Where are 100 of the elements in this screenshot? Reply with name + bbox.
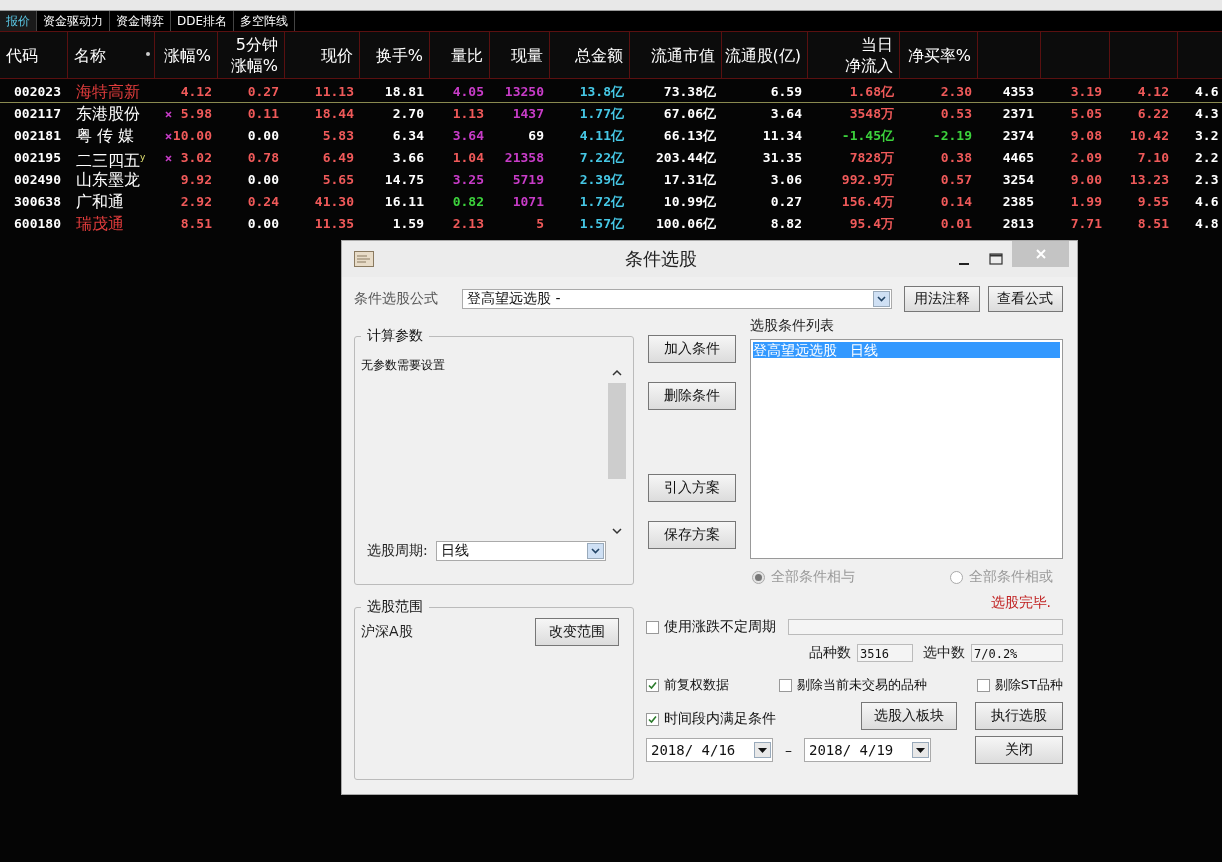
table-cell-text: 0.01 <box>939 215 973 233</box>
table-cell-text: 3.06 <box>769 171 803 189</box>
date-picker[interactable]: 2018/ 4/16 <box>646 738 773 762</box>
column-header[interactable]: 现量 <box>490 32 550 78</box>
column-header[interactable]: 流通股(亿) <box>722 32 808 78</box>
stock-row[interactable]: 002195 二三四五$^{y}$ 3.02 0.78 6.49 3.66 1.04 21358 7.22亿 203.44亿 31.35 7828万 0.38 4465 2.09 7.10 2.2 <box>0 147 1222 169</box>
table-cell-text: 4.05 <box>451 83 485 101</box>
table-cell-text: 3.66 <box>391 149 425 167</box>
table-cell-text: 3.64 <box>451 127 485 145</box>
table-cell-text: 山东墨龙 <box>75 169 141 190</box>
table-cell-text: 2.39亿 <box>578 171 625 189</box>
table-cell-text: 7.22亿 <box>578 149 625 167</box>
table-cell-text: 14.75 <box>383 171 425 189</box>
formula-dropdown[interactable]: 登高望远选股 - <box>462 289 893 309</box>
usage-button[interactable]: 用法注释 <box>904 286 980 312</box>
count-label: 品种数 <box>809 644 851 662</box>
table-cell-text: 0.38 <box>939 149 973 167</box>
field-label: 条件选股公式 <box>354 290 439 308</box>
time-range-checkbox[interactable]: 时间段内满足条件 <box>646 710 843 728</box>
table-cell-text: 0.27 <box>769 193 803 211</box>
table-cell-text: 0.00 <box>246 171 280 189</box>
table-cell-text: 7.10 <box>1136 149 1170 167</box>
stock-row[interactable]: 002490 山东墨龙 9.92 0.00 5.65 14.75 3.25 5719 2.39亿 17.31亿 3.06 992.9万 0.57 3254 9.00 13.23 2.3 <box>0 169 1222 191</box>
range-separator: – <box>785 742 792 758</box>
table-cell-text: 3.25 <box>451 171 485 189</box>
table-cell-text: 1.04 <box>451 149 485 167</box>
option-checkbox[interactable]: 剔除ST品种 <box>976 676 1063 694</box>
column-header[interactable]: 代码 <box>0 32 68 78</box>
close-dialog-button[interactable]: 关闭 <box>975 736 1063 764</box>
maximize-icon <box>989 253 1003 265</box>
group-title: 选股范围 <box>366 598 424 616</box>
group-title: 计算参数 <box>366 327 424 345</box>
table-cell-text: 4.12 <box>179 83 213 101</box>
column-header[interactable]: 流通市值 <box>630 32 722 78</box>
table-cell-text: 二三四五$^{y}$ <box>75 150 147 168</box>
table-cell-text: 0.11 <box>246 105 280 123</box>
option-checkbox[interactable]: 剔除当前未交易的品种 <box>778 676 927 694</box>
column-header[interactable]: 净买率% <box>900 32 978 78</box>
column-header[interactable]: 当日 净流入 <box>808 32 900 78</box>
table-cell-text: 600180 <box>13 215 62 233</box>
table-cell-text: 1.72亿 <box>578 193 625 211</box>
column-header[interactable]: 5分钟 涨幅% <box>218 32 285 78</box>
column-header[interactable]: 名称 <box>68 32 155 78</box>
column-header[interactable]: 涨幅% <box>155 32 218 78</box>
table-cell-text: 粤 传 媒 <box>75 125 136 146</box>
change-scope-button[interactable]: 改变范围 <box>535 618 619 646</box>
table-cell-text: 9.92 <box>179 171 213 189</box>
table-cell-text: 广和通 <box>75 191 125 212</box>
view-formula-button[interactable]: 查看公式 <box>987 286 1063 312</box>
table-cell-text: 6.49 <box>321 149 355 167</box>
checkbox[interactable] <box>646 620 659 634</box>
table-cell-text: 5.83 <box>321 127 355 145</box>
checkbox[interactable] <box>646 678 659 692</box>
column-header[interactable]: 总金额 <box>550 32 630 78</box>
table-cell-text: 992.9万 <box>840 171 895 189</box>
add-to-block-button[interactable]: 选股入板块 <box>861 702 957 730</box>
stock-row[interactable]: 300638 广和通 2.92 0.24 41.30 16.11 0.82 1071 1.72亿 10.99亿 0.27 156.4万 0.14 2385 1.99 9.55 4.6 <box>0 191 1222 213</box>
list-title: 选股条件列表 <box>750 317 835 335</box>
count-label: 选中数 <box>923 644 965 662</box>
stock-row[interactable]: 002181 粤 传 媒 10.00 0.00 5.83 6.34 3.64 69 4.11亿 66.13亿 11.34 -1.45亿 -2.19 2374 9.08 10.42 3.2 <box>0 125 1222 147</box>
caret-icon <box>758 747 767 753</box>
count-value: 3516 <box>857 644 913 662</box>
table-cell-text: 东港股份 <box>75 103 141 124</box>
table-cell-text: 2.30 <box>939 83 973 101</box>
table-cell-text: 4.6 <box>1194 193 1220 211</box>
table-cell-text: 4.3 <box>1194 105 1220 123</box>
stock-row[interactable]: 002023 海特高新 4.12 0.27 11.13 18.81 4.05 13250 13.8亿 73.38亿 6.59 1.68亿 2.30 4353 3.19 4.12 4.6 <box>0 81 1222 103</box>
column-header[interactable]: 量比 <box>430 32 490 78</box>
table-cell-text: 73.38亿 <box>662 83 717 101</box>
scroll-down-icon[interactable] <box>612 527 622 535</box>
table-cell-text: 瑞茂通 <box>75 213 125 234</box>
run-button[interactable]: 执行选股 <box>975 702 1063 730</box>
table-cell-text: 4.8 <box>1194 215 1220 233</box>
table-cell-text: 9.00 <box>1069 171 1103 189</box>
float-period-checkbox[interactable]: 使用涨跌不定周期 <box>646 618 776 636</box>
condition-button[interactable]: 删除条件 <box>648 382 736 410</box>
date-picker[interactable]: 2018/ 4/19 <box>804 738 931 762</box>
condition-button[interactable]: 保存方案 <box>648 521 736 549</box>
condition-button[interactable]: 引入方案 <box>648 474 736 502</box>
checkbox[interactable] <box>778 678 792 692</box>
table-cell-text: 11.34 <box>761 127 803 145</box>
scroll-up-icon[interactable] <box>612 369 622 377</box>
stock-row[interactable]: 002117 东港股份 5.98 0.11 18.44 2.70 1.13 1437 1.77亿 67.06亿 3.64 3548万 0.53 2371 5.05 6.22 4.3 <box>0 103 1222 125</box>
table-cell-text: 6.34 <box>391 127 425 145</box>
table-cell-text: 5.05 <box>1069 105 1103 123</box>
table-cell-text: 9.08 <box>1069 127 1103 145</box>
table-cell-text: 9.55 <box>1136 193 1170 211</box>
window-icon <box>354 251 374 267</box>
column-header[interactable]: 现价 <box>285 32 360 78</box>
status-text: 选股完毕. <box>990 594 1051 610</box>
checkbox[interactable] <box>646 712 659 726</box>
checkbox[interactable] <box>976 678 990 692</box>
table-cell-text: 17.31亿 <box>662 171 717 189</box>
stock-row[interactable]: 600180 瑞茂通 8.51 0.00 11.35 1.59 2.13 5 1.57亿 100.06亿 8.82 95.4万 0.01 2813 7.71 8.51 4.8 <box>0 213 1222 235</box>
period-dropdown[interactable]: 日线 <box>435 541 606 561</box>
option-checkbox[interactable]: 前复权数据 <box>646 676 729 694</box>
table-cell-text: 2374 <box>1001 127 1035 145</box>
column-header[interactable]: 换手% <box>360 32 430 78</box>
condition-button[interactable]: 加入条件 <box>648 335 736 363</box>
tab[interactable]: 报价 <box>0 11 37 31</box>
